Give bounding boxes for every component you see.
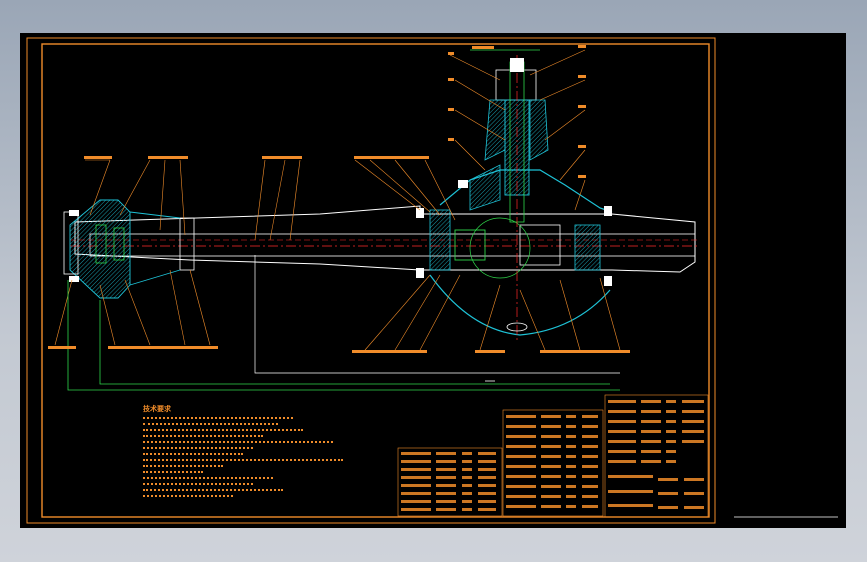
callout-leaders (54, 49, 621, 351)
notes-lines (143, 417, 373, 501)
white-guide-lines (254, 255, 620, 374)
technical-notes: 技术要求 (143, 404, 373, 501)
notes-title: 技术要求 (143, 405, 171, 413)
axle-assembly (63, 55, 700, 340)
cad-drawing (26, 37, 838, 524)
parts-list-tables (397, 394, 709, 518)
